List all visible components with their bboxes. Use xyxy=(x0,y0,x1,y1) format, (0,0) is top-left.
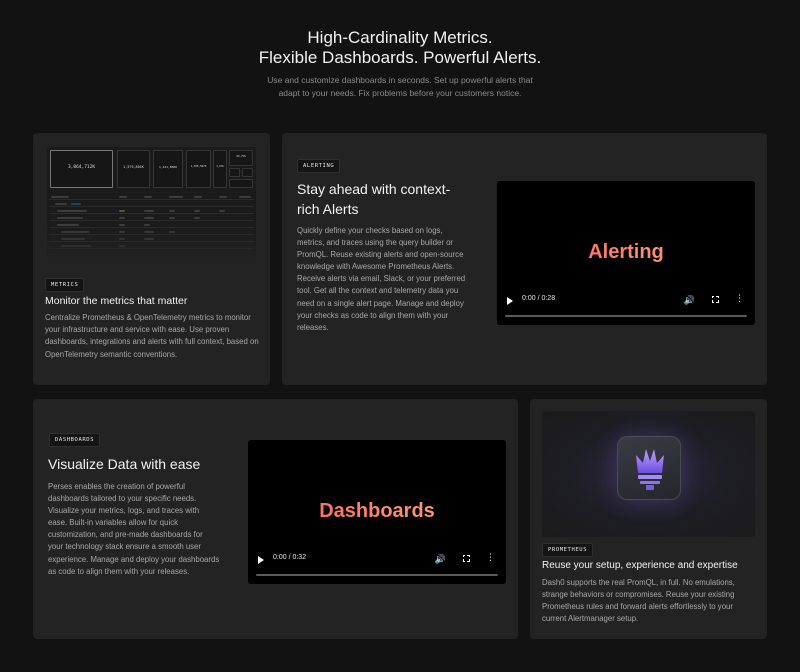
more-options-icon[interactable]: ⋮ xyxy=(735,294,744,303)
video-time: 0:00 / 0:28 xyxy=(522,295,556,302)
dashboard-stat-value: 1,421,860K xyxy=(158,165,178,170)
dashboard-stat-value: 3,064,712K xyxy=(67,165,96,171)
prometheus-card-text: Dash0 supports the real PromQL, in full.… xyxy=(542,578,735,624)
video-controls: 0:00 / 0:28 🔊 ⋮ xyxy=(505,293,747,317)
hero-section: High-Cardinality Metrics. Flexible Dashb… xyxy=(0,28,800,100)
hero-subtitle-line-1: Use and customize dashboards in seconds.… xyxy=(267,75,533,85)
video-time: 0:00 / 0:32 xyxy=(273,554,307,561)
dashboard-stat-value: 1,579,801K xyxy=(123,165,144,170)
dashboards-card-text: Perses enables the creation of powerful … xyxy=(48,482,220,576)
metrics-card-title: Monitor the metrics that matter xyxy=(45,295,188,307)
metrics-card-text: Centralize Prometheus & OpenTelemetry me… xyxy=(45,313,259,359)
alerting-badge: ALERTING xyxy=(297,159,341,173)
dashboard-stat-value: 4,976 xyxy=(216,165,224,169)
dashboard-table-header xyxy=(49,195,254,200)
prometheus-card: PROMETHEUS Reuse your setup, experience … xyxy=(530,399,767,639)
dashboard-stat-tile xyxy=(229,179,253,188)
prometheus-card-title: Reuse your setup, experience and experti… xyxy=(542,560,738,571)
alerting-card-text: Quickly define your checks based on logs… xyxy=(297,226,466,332)
video-controls: 0:00 / 0:32 🔊 ⋮ xyxy=(256,552,498,576)
dashboards-card: DASHBOARDS Visualize Data with ease Pers… xyxy=(33,399,518,639)
metrics-dashboard-screenshot: 3,064,712K 1,579,801K 1,421,860K 1,306,5… xyxy=(47,147,256,265)
dashboard-stat-value: 1,306,507K xyxy=(190,165,207,169)
dashboard-stat-tile: 4,976 xyxy=(213,150,227,188)
video-progress-bar[interactable] xyxy=(505,315,747,317)
dashboard-table-row xyxy=(49,209,254,214)
dashboard-stat-tile: 3,064,712K xyxy=(50,150,113,188)
dashboards-badge: DASHBOARDS xyxy=(49,433,101,447)
dashboard-stat-tile: 1,579,801K xyxy=(117,150,150,188)
prometheus-badge: PROMETHEUS xyxy=(542,543,594,557)
dashboards-video-player[interactable]: Dashboards 0:00 / 0:32 🔊 ⋮ xyxy=(248,440,506,584)
play-icon[interactable] xyxy=(507,297,513,305)
dashboard-stat-tile: 1,306,507K xyxy=(186,150,211,188)
play-icon[interactable] xyxy=(258,556,264,564)
prometheus-illustration xyxy=(542,411,755,537)
prometheus-torch-icon xyxy=(617,436,681,500)
hero-title-line-1: High-Cardinality Metrics. xyxy=(307,28,493,47)
fullscreen-icon[interactable] xyxy=(462,554,470,562)
dashboard-stat-tile: 1,421,860K xyxy=(153,150,183,188)
alerting-card: ALERTING Stay ahead with context-rich Al… xyxy=(282,133,767,385)
alerting-video-player[interactable]: Alerting 0:00 / 0:28 🔊 ⋮ xyxy=(497,181,755,325)
dashboard-stat-tile xyxy=(229,168,240,177)
dashboard-table-row xyxy=(49,202,254,207)
volume-icon[interactable]: 🔊 xyxy=(435,554,446,564)
metrics-card: 3,064,712K 1,579,801K 1,421,860K 1,306,5… xyxy=(33,133,270,385)
dashboard-stat-tile: 90,756 xyxy=(229,150,253,166)
dashboards-card-title: Visualize Data with ease xyxy=(48,456,201,472)
dashboard-stat-tile xyxy=(242,168,253,177)
hero-subtitle-line-2: adapt to your needs. Fix problems before… xyxy=(278,88,522,98)
alerting-card-title: Stay ahead with context-rich Alerts xyxy=(297,181,451,217)
metrics-badge: METRICS xyxy=(45,278,85,292)
hero-title-line-2: Flexible Dashboards. Powerful Alerts. xyxy=(258,48,542,67)
dashboard-table-row xyxy=(49,216,254,221)
video-progress-bar[interactable] xyxy=(256,574,498,576)
fullscreen-icon[interactable] xyxy=(711,295,719,303)
dashboards-video-title: Dashboards xyxy=(248,500,506,523)
alerting-video-title: Alerting xyxy=(497,241,755,264)
more-options-icon[interactable]: ⋮ xyxy=(486,553,495,562)
volume-icon[interactable]: 🔊 xyxy=(684,295,695,305)
hero-title: High-Cardinality Metrics. Flexible Dashb… xyxy=(0,28,800,68)
hero-subtitle: Use and customize dashboards in seconds.… xyxy=(0,74,800,100)
dashboard-stat-value: 90,756 xyxy=(236,155,246,159)
